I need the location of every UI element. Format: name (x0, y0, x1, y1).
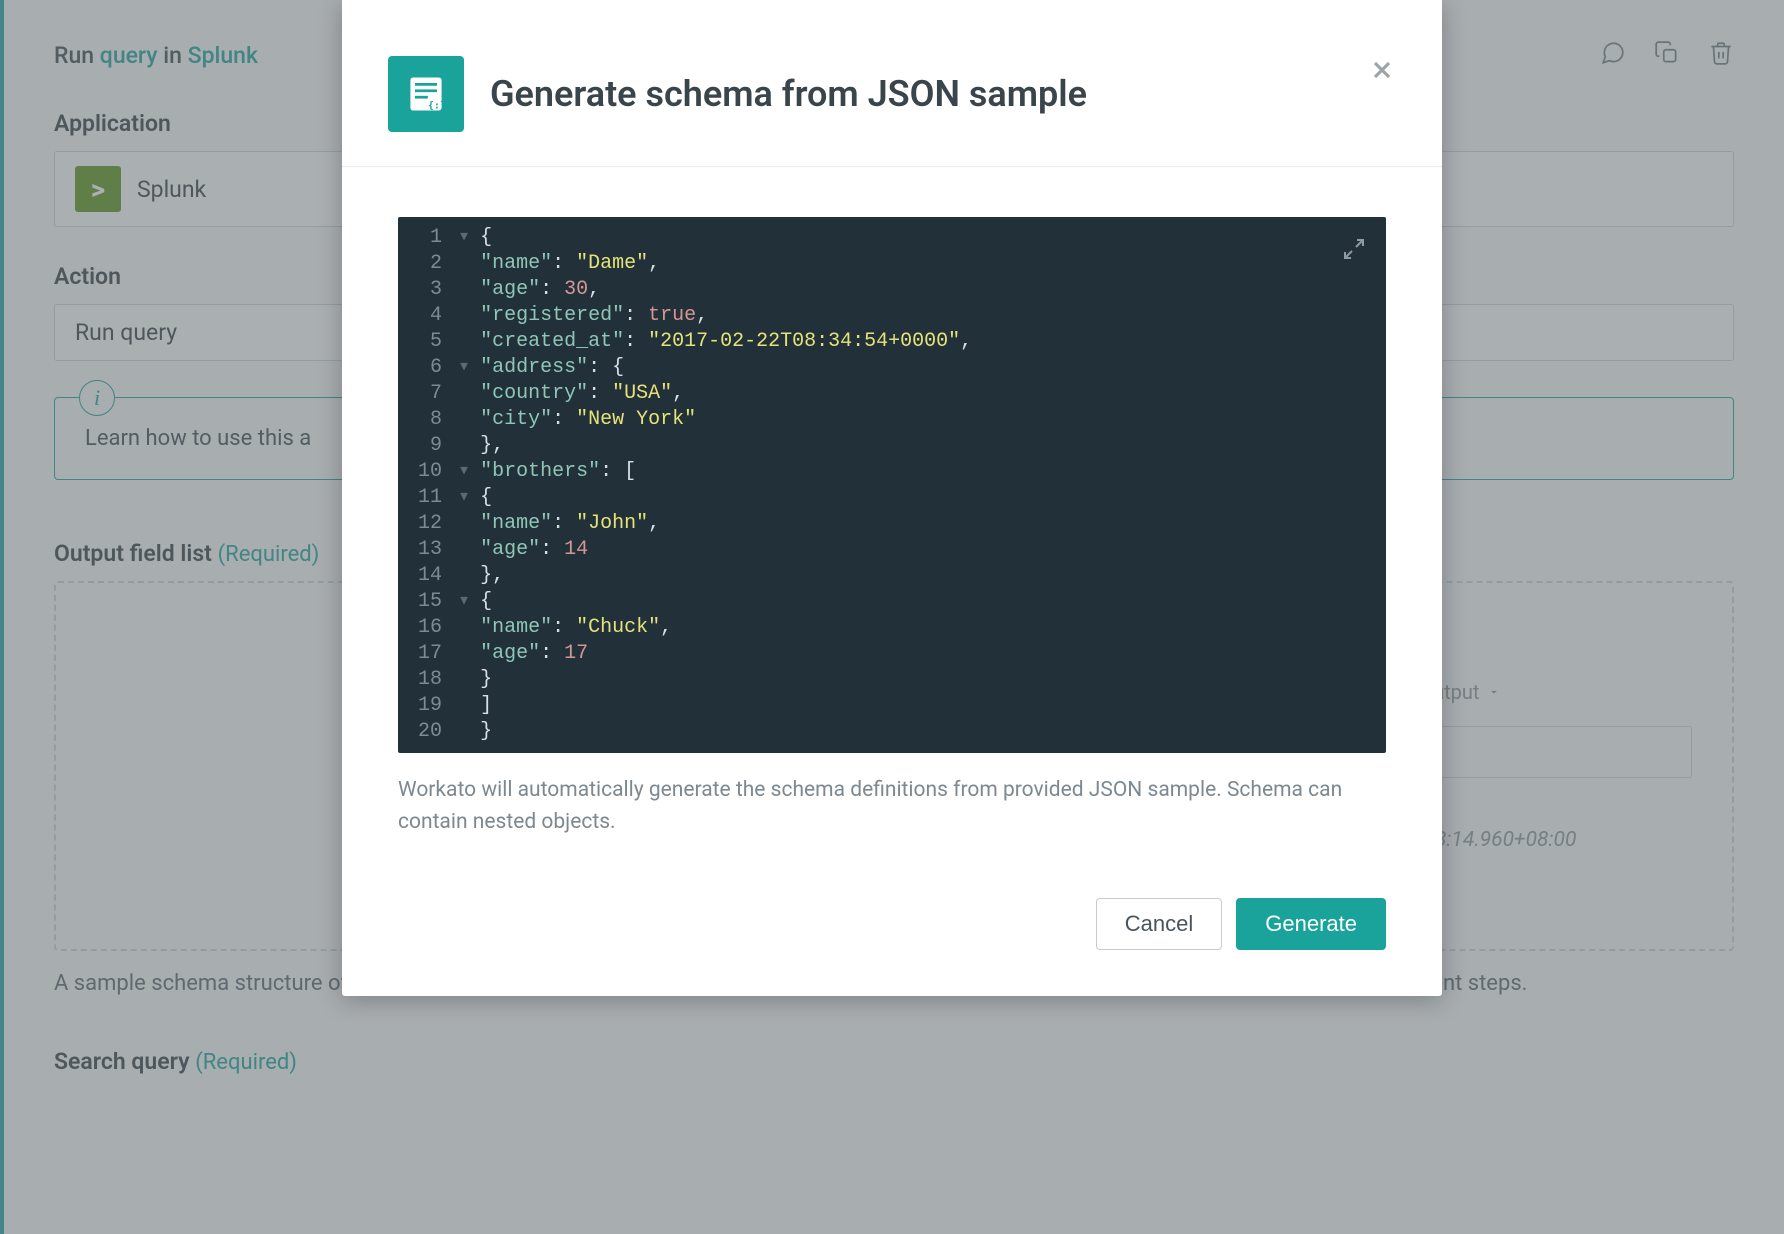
line-number-gutter: 1234567891011121314151617181920 (398, 225, 458, 745)
generate-button[interactable]: Generate (1236, 898, 1386, 950)
modal-description: Workato will automatically generate the … (398, 775, 1386, 838)
modal-footer: Cancel Generate (342, 868, 1442, 996)
modal-header: {:} Generate schema from JSON sample (342, 0, 1442, 167)
modal-overlay[interactable]: {:} Generate schema from JSON sample 123… (0, 0, 1784, 1234)
code-content[interactable]: { "name": "Dame", "age": 30, "registered… (480, 225, 1032, 745)
modal-body: 1234567891011121314151617181920 ▾ ▾ ▾▾ ▾… (342, 167, 1442, 868)
fold-gutter[interactable]: ▾ ▾ ▾▾ ▾ (458, 225, 480, 745)
close-icon[interactable] (1368, 56, 1396, 88)
generate-schema-modal: {:} Generate schema from JSON sample 123… (342, 0, 1442, 996)
modal-title: Generate schema from JSON sample (490, 73, 1087, 115)
cancel-button[interactable]: Cancel (1096, 898, 1222, 950)
expand-icon[interactable] (1342, 237, 1366, 270)
json-code-editor[interactable]: 1234567891011121314151617181920 ▾ ▾ ▾▾ ▾… (398, 217, 1386, 753)
schema-app-icon: {:} (388, 56, 464, 132)
svg-text:{:}: {:} (428, 101, 446, 112)
